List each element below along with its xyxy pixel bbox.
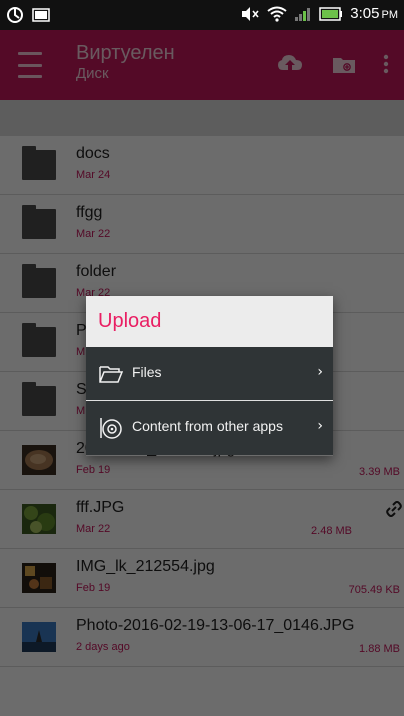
item-date: Mar 22 (76, 228, 111, 240)
dialog-header: Upload (86, 296, 333, 347)
subheader-bar (0, 100, 404, 136)
upload-files-option[interactable]: Files › (86, 347, 333, 401)
title-block: Виртуелен Диск (76, 42, 175, 84)
menu-icon-line (18, 75, 42, 78)
sync-icon (7, 7, 23, 23)
battery-icon (319, 6, 343, 21)
image-thumbnail (22, 445, 56, 475)
item-size: 705.49 KB (348, 584, 400, 596)
option-label: Files (132, 364, 162, 380)
overflow-menu-button[interactable] (374, 48, 398, 80)
item-date: M (76, 346, 86, 358)
image-thumbnail (22, 622, 56, 652)
item-name: IMG_lk_212554.jpg (76, 558, 215, 575)
folder-icon (22, 323, 56, 357)
app-bar: Виртуелен Диск (0, 30, 404, 100)
app-title: Виртуелен (76, 42, 175, 64)
folder-icon (22, 146, 56, 180)
cloud-upload-icon (278, 55, 302, 71)
item-name: Photo-2016-02-19-13-06-17_0146.JPG (76, 617, 355, 634)
clock-time: 3:05 (350, 5, 380, 22)
item-size: 1.88 MB (359, 643, 400, 655)
dialog-title: Upload (98, 310, 162, 332)
status-bar: 3:05 PM (0, 0, 404, 30)
folder-icon (22, 205, 56, 239)
chevron-right-icon: › (317, 418, 323, 434)
wifi-icon (267, 6, 287, 22)
mute-icon (242, 6, 259, 21)
list-item-folder[interactable]: docs Mar 24 (0, 136, 404, 195)
list-item-file[interactable]: Photo-2016-02-19-13-06-17_0146.JPG 2 day… (0, 608, 404, 667)
menu-icon-line (18, 52, 42, 55)
upload-content-other-apps-option[interactable]: Content from other apps › (86, 401, 333, 455)
upload-dialog: Upload Files › Content from other apps › (86, 296, 333, 456)
item-date: Feb 19 (76, 464, 111, 476)
item-name: docs (76, 145, 110, 162)
more-vert-icon (383, 54, 389, 74)
screenshot-icon (32, 8, 50, 22)
menu-button[interactable] (18, 52, 42, 78)
item-name: folder (76, 263, 117, 280)
folder-open-icon (99, 366, 124, 383)
image-thumbnail (22, 504, 56, 534)
upload-button[interactable] (274, 48, 306, 80)
link-icon (386, 501, 402, 517)
item-date: Mar 22 (76, 523, 111, 535)
item-size: 3.39 MB (359, 466, 400, 478)
chevron-right-icon: › (317, 364, 323, 380)
item-name: fff.JPG (76, 499, 125, 516)
item-date: Mar 24 (76, 169, 111, 181)
clock-ampm: PM (381, 9, 399, 21)
new-folder-icon (333, 58, 355, 73)
clock: 3:05 PM (350, 5, 398, 22)
folder-icon (22, 382, 56, 416)
new-folder-button[interactable] (328, 48, 360, 80)
item-date: 2 days ago (76, 641, 130, 653)
item-date: Feb 19 (76, 582, 111, 594)
app-subtitle: Диск (76, 65, 109, 82)
list-item-folder[interactable]: ffgg Mar 22 (0, 195, 404, 254)
item-date: M (76, 405, 86, 417)
list-item-file[interactable]: fff.JPG Mar 22 2.48 MB (0, 490, 404, 549)
folder-icon (22, 264, 56, 298)
item-name: ffgg (76, 204, 103, 221)
list-item-file[interactable]: IMG_lk_212554.jpg Feb 19 705.49 KB (0, 549, 404, 608)
option-label: Content from other apps (132, 418, 283, 434)
signal-icon (295, 7, 311, 21)
item-size: 2.48 MB (311, 525, 352, 537)
menu-icon-line (18, 63, 42, 67)
image-thumbnail (22, 563, 56, 593)
disc-icon (100, 418, 122, 439)
